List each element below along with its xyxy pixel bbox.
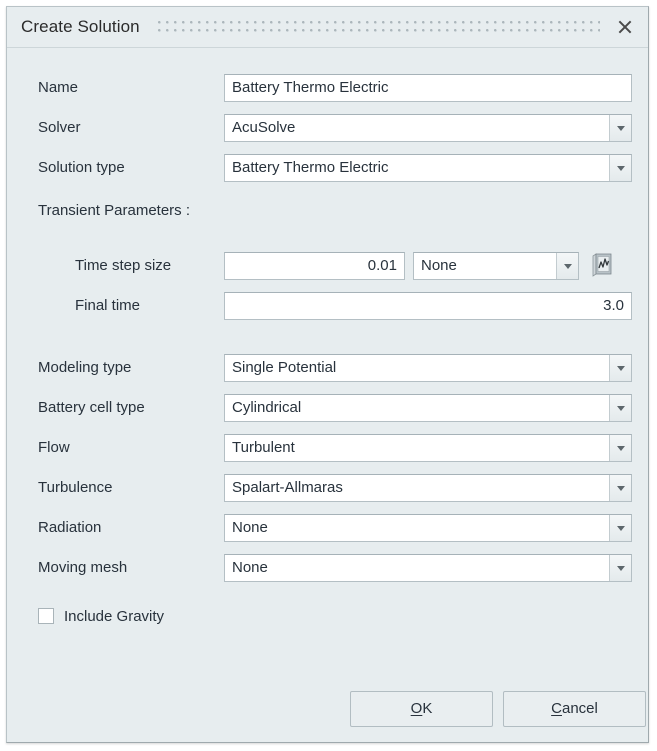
cancel-button-label: ancel: [562, 700, 598, 717]
chevron-down-icon[interactable]: [609, 555, 631, 581]
field-row-solution-type: Solution type Battery Thermo Electric: [7, 153, 648, 183]
time-step-multiplier-value: None: [414, 253, 556, 279]
chevron-down-icon[interactable]: [609, 395, 631, 421]
solution-type-value: Battery Thermo Electric: [225, 155, 609, 181]
modeling-type-dropdown[interactable]: Single Potential: [224, 354, 632, 382]
field-row-final-time: Final time 3.0: [7, 291, 648, 321]
field-row-battery-cell-type: Battery cell type Cylindrical: [7, 393, 648, 423]
field-row-radiation: Radiation None: [7, 513, 648, 543]
field-row-moving-mesh: Moving mesh None: [7, 553, 648, 583]
name-label: Name: [38, 73, 78, 103]
battery-cell-type-dropdown[interactable]: Cylindrical: [224, 394, 632, 422]
chevron-down-icon[interactable]: [609, 115, 631, 141]
field-row-solver: Solver AcuSolve: [7, 113, 648, 143]
flow-label: Flow: [38, 433, 70, 463]
cancel-button-mnemonic: C: [551, 700, 562, 717]
field-row-turbulence: Turbulence Spalart-Allmaras: [7, 473, 648, 503]
turbulence-value: Spalart-Allmaras: [225, 475, 609, 501]
chevron-down-icon[interactable]: [609, 435, 631, 461]
create-solution-dialog: Create Solution Name Battery Thermo Elec…: [6, 6, 649, 743]
transient-parameters-heading: Transient Parameters :: [38, 200, 190, 222]
turbulence-label: Turbulence: [38, 473, 113, 503]
chevron-down-icon[interactable]: [609, 515, 631, 541]
cancel-button[interactable]: Cancel: [503, 691, 646, 727]
include-gravity-checkbox[interactable]: [38, 608, 54, 624]
solution-type-dropdown[interactable]: Battery Thermo Electric: [224, 154, 632, 182]
close-icon[interactable]: [614, 16, 636, 38]
include-gravity-checkbox-row[interactable]: Include Gravity: [38, 604, 164, 628]
name-input[interactable]: Battery Thermo Electric: [224, 74, 632, 102]
ok-button-mnemonic: O: [411, 700, 423, 717]
battery-cell-type-label: Battery cell type: [38, 393, 145, 423]
ok-button[interactable]: OK: [350, 691, 493, 727]
time-step-size-label: Time step size: [75, 251, 171, 281]
include-gravity-label: Include Gravity: [64, 608, 164, 625]
final-time-label: Final time: [75, 291, 140, 321]
flow-dropdown[interactable]: Turbulent: [224, 434, 632, 462]
field-row-modeling-type: Modeling type Single Potential: [7, 353, 648, 383]
battery-cell-type-value: Cylindrical: [225, 395, 609, 421]
ok-button-label: K: [422, 700, 432, 717]
field-row-flow: Flow Turbulent: [7, 433, 648, 463]
modeling-type-label: Modeling type: [38, 353, 131, 383]
chevron-down-icon[interactable]: [609, 155, 631, 181]
dialog-titlebar: Create Solution: [7, 7, 648, 48]
moving-mesh-label: Moving mesh: [38, 553, 127, 583]
modeling-type-value: Single Potential: [225, 355, 609, 381]
solver-value: AcuSolve: [225, 115, 609, 141]
curve-editor-icon[interactable]: [591, 253, 613, 277]
field-row-name: Name Battery Thermo Electric: [7, 73, 648, 103]
turbulence-dropdown[interactable]: Spalart-Allmaras: [224, 474, 632, 502]
drag-grip-icon[interactable]: [158, 21, 600, 33]
solution-type-label: Solution type: [38, 153, 125, 183]
solver-dropdown[interactable]: AcuSolve: [224, 114, 632, 142]
field-row-time-step-size: Time step size 0.01 None: [7, 251, 648, 281]
dialog-title: Create Solution: [21, 17, 140, 37]
time-step-multiplier-dropdown[interactable]: None: [413, 252, 579, 280]
moving-mesh-dropdown[interactable]: None: [224, 554, 632, 582]
moving-mesh-value: None: [225, 555, 609, 581]
chevron-down-icon[interactable]: [609, 355, 631, 381]
radiation-value: None: [225, 515, 609, 541]
final-time-input[interactable]: 3.0: [224, 292, 632, 320]
radiation-label: Radiation: [38, 513, 101, 543]
radiation-dropdown[interactable]: None: [224, 514, 632, 542]
solver-label: Solver: [38, 113, 81, 143]
flow-value: Turbulent: [225, 435, 609, 461]
chevron-down-icon[interactable]: [609, 475, 631, 501]
chevron-down-icon[interactable]: [556, 253, 578, 279]
time-step-size-input[interactable]: 0.01: [224, 252, 405, 280]
